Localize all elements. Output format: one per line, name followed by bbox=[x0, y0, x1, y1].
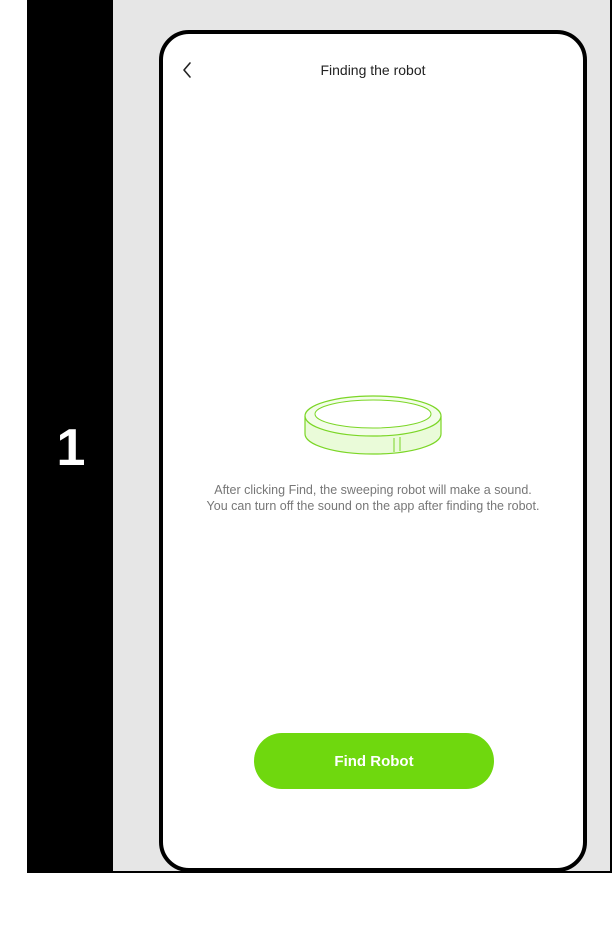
manual-step-frame: 1 Finding the robot After clicking Find,… bbox=[27, 0, 612, 873]
find-robot-button[interactable]: Find Robot bbox=[254, 733, 494, 789]
step-strip: 1 bbox=[29, 0, 113, 871]
instruction-text: After clicking Find, the sweeping robot … bbox=[206, 483, 540, 513]
robot-vacuum-icon bbox=[304, 395, 442, 455]
page-title: Finding the robot bbox=[320, 62, 426, 78]
step-number: 1 bbox=[56, 419, 86, 477]
phone-screen: Finding the robot After clicking Find, t… bbox=[159, 30, 587, 872]
